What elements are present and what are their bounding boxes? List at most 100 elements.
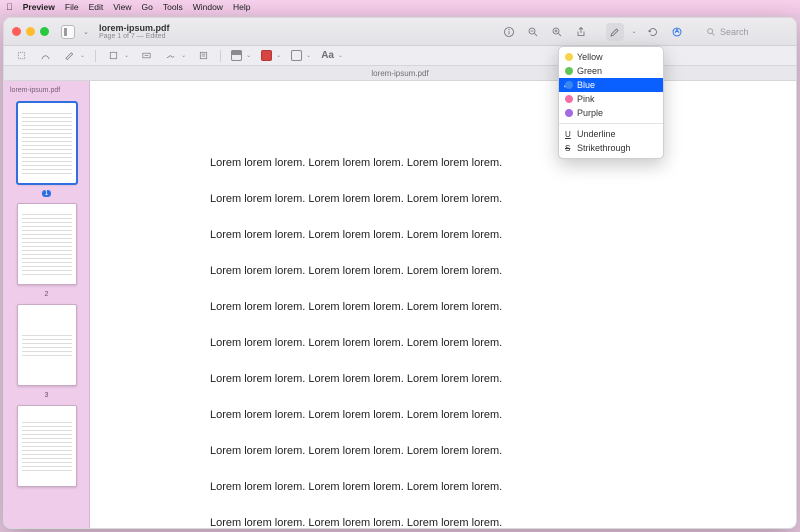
preview-window: ⌄ lorem-ipsum.pdf Page 1 of 7 — Edited ⌄… (3, 17, 797, 529)
selection-tool[interactable] (14, 49, 28, 63)
menu-view[interactable]: View (113, 2, 131, 12)
page-number: 2 (42, 291, 52, 298)
divider (220, 50, 221, 62)
search-field[interactable]: Search (702, 27, 788, 37)
page-number: 1 (42, 190, 52, 197)
highlight-dropdown[interactable]: ⌄ (630, 28, 638, 35)
document-subtitle: Page 1 of 7 — Edited (99, 33, 170, 40)
tab-label[interactable]: lorem-ipsum.pdf (371, 69, 428, 78)
document-line[interactable]: Lorem lorem lorem. Lorem lorem lorem. Lo… (210, 337, 756, 349)
document-line[interactable]: Lorem lorem lorem. Lorem lorem lorem. Lo… (210, 445, 756, 457)
highlight-color-blue[interactable]: ✓Blue (559, 78, 663, 92)
page: Lorem lorem lorem. Lorem lorem lorem. Lo… (90, 81, 796, 528)
border-dropdown-icon[interactable]: ⌄ (246, 52, 251, 59)
highlight-color-purple[interactable]: Purple (559, 106, 663, 120)
note-tool[interactable] (196, 49, 210, 63)
menu-item-label: Blue (577, 80, 595, 90)
stroke-dropdown-icon[interactable]: ⌄ (276, 52, 281, 59)
menu-item-label: Underline (577, 129, 616, 139)
border-style[interactable] (231, 50, 242, 61)
highlight-color-yellow[interactable]: Yellow (559, 50, 663, 64)
divider (95, 50, 96, 62)
sidebar-view-button[interactable] (61, 25, 75, 39)
window-body: lorem-ipsum.pdf 1 2 3 Lorem lorem lorem.… (4, 81, 796, 528)
system-menubar:  Preview File Edit View Go Tools Window… (0, 0, 800, 14)
sidebar-doc-title: lorem-ipsum.pdf (4, 87, 60, 94)
document-line[interactable]: Lorem lorem lorem. Lorem lorem lorem. Lo… (210, 157, 756, 169)
highlight-color-menu: Yellow Green ✓Blue Pink Purple U Underline S Str… (558, 46, 664, 159)
menu-item-label: Purple (577, 108, 603, 118)
window-controls (12, 27, 49, 36)
text-tool[interactable] (139, 49, 153, 63)
document-line[interactable]: Lorem lorem lorem. Lorem lorem lorem. Lo… (210, 265, 756, 277)
info-button[interactable] (500, 23, 518, 41)
close-button[interactable] (12, 27, 21, 36)
markup-toolbar: ⌄ ⌄ ⌄ ⌄ ⌄ ⌄ Aa ⌄ (4, 46, 796, 66)
sketch-tool[interactable] (62, 49, 76, 63)
window-toolbar: ⌄ lorem-ipsum.pdf Page 1 of 7 — Edited ⌄… (4, 18, 796, 46)
thumbnail-sidebar[interactable]: lorem-ipsum.pdf 1 2 3 (4, 81, 90, 528)
page-number: 3 (42, 392, 52, 399)
document-line[interactable]: Lorem lorem lorem. Lorem lorem lorem. Lo… (210, 373, 756, 385)
markup-toggle-button[interactable] (668, 23, 686, 41)
instant-alpha-tool[interactable] (38, 49, 52, 63)
highlight-style-strikethrough[interactable]: S Strikethrough (559, 141, 663, 155)
text-style-dropdown-icon[interactable]: ⌄ (338, 52, 343, 59)
strikethrough-icon: S (565, 144, 570, 153)
view-dropdown-icon[interactable]: ⌄ (83, 28, 91, 36)
zoom-in-button[interactable] (548, 23, 566, 41)
sign-dropdown-icon[interactable]: ⌄ (181, 52, 186, 59)
document-content[interactable]: Lorem lorem lorem. Lorem lorem lorem. Lo… (90, 81, 796, 528)
zoom-out-button[interactable] (524, 23, 542, 41)
sign-tool[interactable] (163, 49, 177, 63)
underline-icon: U (565, 130, 571, 139)
color-dot-icon (565, 109, 573, 117)
menu-go[interactable]: Go (142, 2, 153, 12)
page-thumbnail[interactable] (17, 304, 77, 386)
menu-window[interactable]: Window (193, 2, 223, 12)
rotate-button[interactable] (644, 23, 662, 41)
menu-file[interactable]: File (65, 2, 79, 12)
tab-bar: lorem-ipsum.pdf (4, 66, 796, 81)
document-line[interactable]: Lorem lorem lorem. Lorem lorem lorem. Lo… (210, 409, 756, 421)
menu-item-label: Pink (577, 94, 595, 104)
text-style[interactable]: Aa (321, 50, 334, 61)
document-line[interactable]: Lorem lorem lorem. Lorem lorem lorem. Lo… (210, 193, 756, 205)
color-dot-icon (565, 95, 573, 103)
fill-dropdown-icon[interactable]: ⌄ (306, 52, 311, 59)
document-line[interactable]: Lorem lorem lorem. Lorem lorem lorem. Lo… (210, 301, 756, 313)
stroke-color[interactable] (261, 50, 272, 61)
menu-item-label: Yellow (577, 52, 603, 62)
title-block: lorem-ipsum.pdf Page 1 of 7 — Edited (99, 24, 170, 40)
page-thumbnail[interactable] (17, 102, 77, 184)
color-dot-icon (565, 81, 573, 89)
color-dot-icon (565, 53, 573, 61)
highlight-color-pink[interactable]: Pink (559, 92, 663, 106)
search-icon (706, 27, 716, 37)
share-button[interactable] (572, 23, 590, 41)
search-placeholder: Search (720, 27, 749, 37)
document-title: lorem-ipsum.pdf (99, 24, 170, 33)
fill-color[interactable] (291, 50, 302, 61)
document-line[interactable]: Lorem lorem lorem. Lorem lorem lorem. Lo… (210, 229, 756, 241)
highlight-style-underline[interactable]: U Underline (559, 127, 663, 141)
shapes-tool[interactable] (106, 49, 120, 63)
page-thumbnail[interactable] (17, 405, 77, 487)
sketch-dropdown-icon[interactable]: ⌄ (80, 52, 85, 59)
highlight-color-green[interactable]: Green (559, 64, 663, 78)
menu-edit[interactable]: Edit (89, 2, 104, 12)
menu-tools[interactable]: Tools (163, 2, 183, 12)
highlight-button[interactable] (606, 23, 624, 41)
shapes-dropdown-icon[interactable]: ⌄ (124, 52, 129, 59)
menu-help[interactable]: Help (233, 2, 250, 12)
fullscreen-button[interactable] (40, 27, 49, 36)
page-thumbnail[interactable] (17, 203, 77, 285)
color-dot-icon (565, 67, 573, 75)
menu-item-label: Green (577, 66, 602, 76)
minimize-button[interactable] (26, 27, 35, 36)
apple-menu-icon[interactable]:  (6, 2, 13, 12)
document-line[interactable]: Lorem lorem lorem. Lorem lorem lorem. Lo… (210, 517, 756, 528)
app-menu[interactable]: Preview (23, 2, 55, 12)
menu-item-label: Strikethrough (577, 143, 631, 153)
document-line[interactable]: Lorem lorem lorem. Lorem lorem lorem. Lo… (210, 481, 756, 493)
